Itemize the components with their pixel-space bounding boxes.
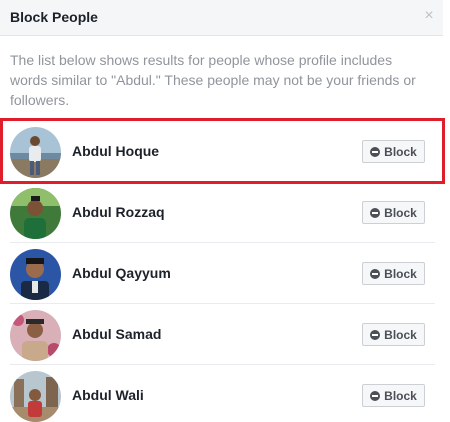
block-button-label: Block: [384, 388, 417, 403]
list-item: Abdul Hoque Block: [0, 121, 450, 182]
person-name[interactable]: Abdul Samad: [72, 326, 161, 342]
person-name[interactable]: Abdul Wali: [72, 387, 144, 403]
avatar[interactable]: [10, 127, 61, 178]
profile-photo: [10, 127, 61, 178]
list-item: Abdul Samad Block: [0, 304, 450, 365]
avatar[interactable]: [10, 371, 61, 422]
profile-photo: [10, 371, 61, 422]
block-button[interactable]: Block: [362, 323, 425, 346]
block-minus-icon: [370, 390, 381, 401]
list-item: Abdul Rozzaq Block: [0, 182, 450, 243]
avatar[interactable]: [10, 249, 61, 300]
person-name[interactable]: Abdul Rozzaq: [72, 204, 165, 220]
list-item: Abdul Qayyum Block: [0, 243, 450, 304]
block-button-label: Block: [384, 205, 417, 220]
list-item: Abdul Wali Block: [0, 365, 450, 422]
block-button-label: Block: [384, 144, 417, 159]
person-name[interactable]: Abdul Qayyum: [72, 265, 171, 281]
dialog-header: Block People ×: [0, 0, 443, 36]
person-name[interactable]: Abdul Hoque: [72, 143, 159, 159]
block-people-dialog: Block People × The list below shows resu…: [0, 0, 450, 422]
dialog-description: The list below shows results for people …: [10, 52, 416, 108]
block-minus-icon: [370, 268, 381, 279]
block-button[interactable]: Block: [362, 201, 425, 224]
profile-photo: [10, 188, 61, 239]
profile-photo: [10, 249, 61, 300]
profile-photo: [10, 310, 61, 361]
block-minus-icon: [370, 146, 381, 157]
block-button[interactable]: Block: [362, 262, 425, 285]
block-button[interactable]: Block: [362, 140, 425, 163]
close-icon[interactable]: ×: [421, 8, 437, 24]
avatar[interactable]: [10, 188, 61, 239]
block-button-label: Block: [384, 266, 417, 281]
block-minus-icon: [370, 329, 381, 340]
block-button-label: Block: [384, 327, 417, 342]
block-minus-icon: [370, 207, 381, 218]
people-list: Abdul Hoque Block Abdul Rozzaq Block Abd…: [0, 121, 450, 422]
dialog-title: Block People: [10, 9, 98, 25]
avatar[interactable]: [10, 310, 61, 361]
block-button[interactable]: Block: [362, 384, 425, 407]
